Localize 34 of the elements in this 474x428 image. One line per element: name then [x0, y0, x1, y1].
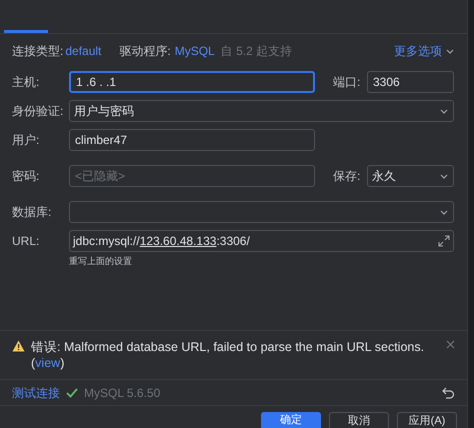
field-label: 主机:: [12, 74, 40, 91]
error-message: 错误: Malformed database URL, failed to parse the main URL sections. (view): [31, 339, 426, 371]
dialog-button[interactable]: 确定: [261, 412, 321, 428]
field-label: URL:: [12, 233, 40, 250]
dropdown[interactable]: 用户与密码: [69, 100, 454, 122]
dialog-button[interactable]: 应用(A): [397, 412, 457, 428]
expand-icon[interactable]: [438, 235, 450, 247]
connection-result: MySQL 5.6.50: [84, 384, 162, 402]
dropdown[interactable]: [69, 201, 454, 223]
driver-note: 自 5.2 起支持: [220, 43, 292, 60]
view-link[interactable]: view: [35, 356, 60, 370]
type-link[interactable]: default: [65, 42, 102, 60]
hint-text: 重写上面的设置: [69, 255, 132, 268]
type-label: 连接类型:: [12, 43, 64, 60]
url-field[interactable]: jdbc:mysql://123.60.48.133:3306/: [69, 230, 454, 252]
dialog-button[interactable]: 取消: [329, 412, 389, 428]
input-field[interactable]: climber47: [69, 129, 315, 151]
field-label: 密码:: [12, 168, 40, 185]
scrollbar[interactable]: [467, 0, 474, 428]
input-field[interactable]: 1 .6 . .1: [69, 71, 315, 93]
dropdown[interactable]: 永久: [367, 165, 454, 187]
field-label: 数据库:: [12, 204, 52, 221]
field-label: 用户:: [12, 132, 40, 149]
test-connection-link[interactable]: 测试连接: [12, 384, 60, 402]
input-field[interactable]: 3306: [367, 71, 454, 93]
warning-icon: [12, 340, 25, 352]
close-icon[interactable]: [446, 340, 455, 349]
driver-link[interactable]: MySQL: [174, 42, 215, 60]
more-options-link[interactable]: 更多选项: [394, 42, 455, 60]
field-label: 端口:: [333, 74, 362, 91]
revert-icon[interactable]: [442, 386, 455, 398]
field-label: 保存:: [333, 168, 362, 185]
field-label: 身份验证:: [12, 103, 64, 120]
driver-label: 驱动程序:: [119, 43, 171, 60]
